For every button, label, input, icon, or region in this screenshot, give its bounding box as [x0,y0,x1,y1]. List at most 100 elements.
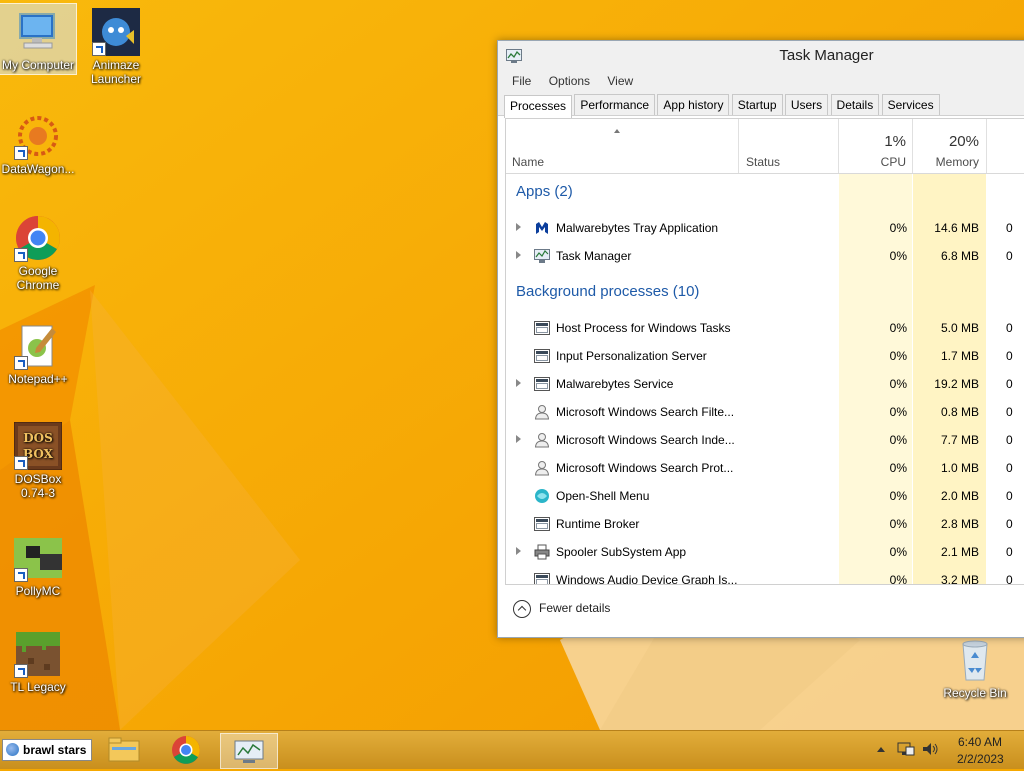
expand-arrow-icon[interactable] [516,251,521,259]
memory-value: 6.8 MB [940,249,979,263]
chevron-up-circle-icon[interactable] [513,600,531,618]
table-row[interactable]: Malwarebytes Service 0% 19.2 MB 0 [506,370,1024,398]
shortcut-arrow-icon [92,42,106,56]
menu-file[interactable]: File [512,71,531,91]
datawagon-icon [14,112,62,160]
cpu-value: 0% [889,517,907,531]
desktop-icon-notepadpp[interactable]: Notepad++ [0,318,76,386]
expand-arrow-icon[interactable] [516,435,521,443]
animaze-icon [92,8,140,56]
process-name: Malwarebytes Service [556,377,674,391]
tab-users[interactable]: Users [784,94,829,115]
tab-processes[interactable]: Processes [504,95,573,118]
disk-value: 0 [1006,545,1013,559]
desktop-icon-animaze[interactable]: Animaze Launcher [78,4,154,86]
memory-value: 2.0 MB [940,489,979,503]
column-divider[interactable] [738,119,739,173]
desktop-icon-label: PollyMC [15,584,61,598]
process-name: Microsoft Windows Search Inde... [556,433,735,447]
volume-icon[interactable] [921,741,939,757]
table-row[interactable]: Input Personalization Server 0% 1.7 MB 0 [506,342,1024,370]
taskbar-file-explorer[interactable] [96,733,152,767]
desktop-icon-label: Recycle Bin [943,686,1007,700]
desktop-icon-label: My Computer [1,58,75,72]
desktop-icon-recycle-bin[interactable]: Recycle Bin [937,632,1013,700]
desktop-icon-pollymc[interactable]: PollyMC [0,530,76,598]
window-title: Task Manager [779,47,874,64]
column-header-status[interactable]: Status [746,155,780,169]
clock-date[interactable]: 2/2/2023 [957,752,1004,766]
shortcut-arrow-icon [14,356,28,370]
group-header: Background processes (10) [516,283,700,300]
process-name: Malwarebytes Tray Application [556,221,719,235]
disk-value: 0 [1006,461,1013,475]
table-row[interactable]: Microsoft Windows Search Inde... 0% 7.7 MB… [506,426,1024,454]
fewer-details-link[interactable]: Fewer details [539,601,610,615]
expand-arrow-icon[interactable] [516,379,521,387]
tab-performance[interactable]: Performance [574,94,656,115]
process-name: Task Manager [556,249,632,263]
disk-value: 0 [1006,249,1013,263]
table-row[interactable]: Runtime Broker 0% 2.8 MB 0 [506,510,1024,538]
taskbar: brawl stars 6:40 AM 2/2/2023 [0,730,1024,769]
desktop-icon-my-computer[interactable]: My Computer [0,3,77,75]
desktop-icon-datawagon[interactable]: DataWagon... [0,108,76,176]
disk-value: 0 [1006,321,1013,335]
memory-value: 14.6 MB [934,221,979,235]
desktop-icon-label: Animaze Launcher [90,58,142,86]
desktop-icon-google-chrome[interactable]: Google Chrome [0,210,76,292]
person-icon [534,432,550,448]
desktop-icon-dosbox[interactable]: DOS BOX DOSBox 0.74-3 [0,418,76,500]
expand-arrow-icon[interactable] [516,223,521,231]
task-manager-window[interactable]: Task Manager File Options View Processes… [497,40,1024,638]
memory-value: 2.8 MB [940,517,979,531]
taskbar-chrome[interactable] [158,733,214,767]
clock-time[interactable]: 6:40 AM [958,735,1002,749]
taskbar-task-manager[interactable] [220,733,278,769]
process-icon [534,376,550,392]
table-row[interactable]: Open-Shell Menu 0% 2.0 MB 0 [506,482,1024,510]
shortcut-arrow-icon [14,664,28,678]
expand-arrow-icon[interactable] [516,547,521,555]
table-row[interactable]: Task Manager 0% 6.8 MB 0 [506,242,1024,270]
process-name: Runtime Broker [556,517,640,531]
table-row[interactable]: Microsoft Windows Search Filte... 0% 0.8 M… [506,398,1024,426]
tab-details[interactable]: Details [830,94,880,115]
column-header-cpu[interactable]: CPU [846,155,906,169]
person-icon [534,404,550,420]
start-button[interactable]: brawl stars [2,739,93,761]
tab-services[interactable]: Services [881,94,940,115]
column-divider[interactable] [912,119,913,173]
menu-options[interactable]: Options [549,71,590,91]
table-row[interactable]: Windows Audio Device Graph Is... 0% 3.2 MB… [506,566,1024,584]
group-header: Apps (2) [516,183,573,200]
malwarebytes-icon [534,220,550,236]
table-row[interactable]: Microsoft Windows Search Prot... 0% 1.0 MB… [506,454,1024,482]
desktop-icon-tl-legacy[interactable]: TL Legacy [0,626,76,694]
table-row[interactable]: Host Process for Windows Tasks 0% 5.0 MB 0 [506,314,1024,342]
memory-value: 1.7 MB [940,349,979,363]
network-icon[interactable] [897,741,915,757]
table-row[interactable]: Spooler SubSystem App 0% 2.1 MB 0 [506,538,1024,566]
tab-app-history[interactable]: App history [657,94,730,115]
disk-value: 0 [1006,517,1013,531]
process-icon [534,516,550,532]
title-bar[interactable]: Task Manager [498,41,1024,71]
desktop-icon-label: DOSBox 0.74-3 [14,472,62,500]
task-manager-icon [234,740,264,763]
column-divider[interactable] [986,119,987,173]
column-divider[interactable] [838,119,839,173]
cpu-value: 0% [889,405,907,419]
table-row[interactable]: Malwarebytes Tray Application 0% 14.6 MB 0 [506,214,1024,242]
tab-startup[interactable]: Startup [731,94,783,115]
disk-value: 0 [1006,377,1013,391]
show-hidden-icons-icon[interactable] [876,745,886,753]
column-header-name[interactable]: Name [512,155,544,169]
menu-view[interactable]: View [607,71,633,91]
process-table[interactable]: Name Status 1% CPU 20% Memory Apps (2) Ma… [505,118,1024,585]
computer-icon [14,8,62,56]
process-icon [534,348,550,364]
column-header-memory[interactable]: Memory [916,155,979,169]
shortcut-arrow-icon [14,248,28,262]
desktop-icon-label: Notepad++ [8,372,68,386]
